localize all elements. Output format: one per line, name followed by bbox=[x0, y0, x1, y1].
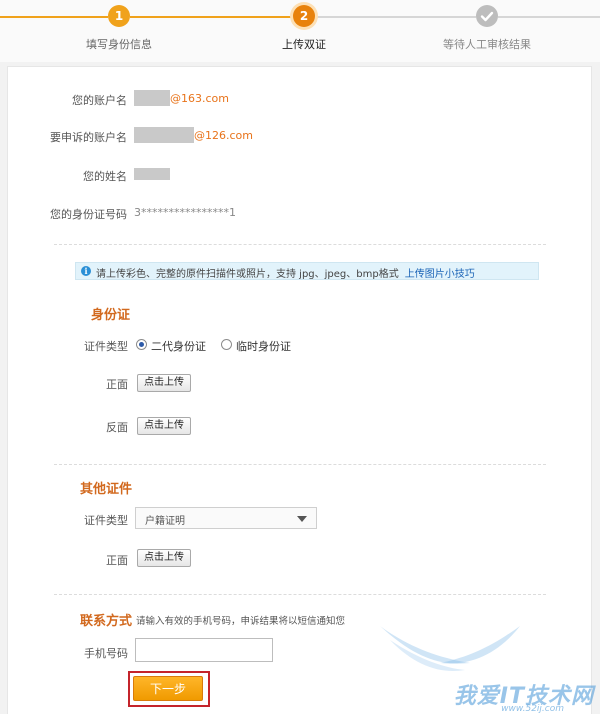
phone-label: 手机号码 bbox=[84, 647, 128, 660]
appeal-account-domain: @126.com bbox=[194, 129, 253, 142]
id-number-label: 您的身份证号码 bbox=[50, 208, 127, 221]
phone-input[interactable] bbox=[135, 638, 273, 662]
id-type-label: 证件类型 bbox=[84, 340, 128, 353]
step-2-circle: 2 bbox=[293, 5, 315, 27]
step-line-pending bbox=[316, 16, 476, 18]
other-docs-section-title: 其他证件 bbox=[80, 482, 133, 497]
name-redacted bbox=[134, 168, 170, 180]
step-3-label: 等待人工审核结果 bbox=[443, 38, 531, 51]
appeal-account-label: 要申诉的账户名 bbox=[50, 131, 127, 144]
divider bbox=[54, 594, 546, 595]
upload-back-button[interactable]: 点击上传 bbox=[137, 417, 191, 435]
radio-id-card-gen2-label[interactable]: 二代身份证 bbox=[151, 338, 206, 354]
account-label: 您的账户名 bbox=[72, 94, 127, 107]
step-1-label: 填写身份信息 bbox=[86, 38, 152, 51]
contact-section-title: 联系方式 bbox=[80, 614, 133, 629]
step-line-done bbox=[130, 16, 292, 18]
step-1-circle: 1 bbox=[108, 5, 130, 27]
appeal-account-redacted bbox=[134, 127, 194, 143]
upload-other-front-button[interactable]: 点击上传 bbox=[137, 549, 191, 567]
chevron-down-icon bbox=[297, 516, 307, 522]
info-icon: i bbox=[81, 266, 91, 276]
divider bbox=[54, 464, 546, 465]
back-label: 反面 bbox=[106, 421, 128, 434]
upload-tip-text: 请上传彩色、完整的原件扫描件或照片，支持 jpg、jpeg、bmp格式 上传图片小… bbox=[96, 269, 475, 280]
upload-tips-link[interactable]: 上传图片小技巧 bbox=[405, 269, 475, 280]
name-label: 您的姓名 bbox=[83, 170, 127, 183]
id-card-section-title: 身份证 bbox=[91, 308, 131, 323]
radio-id-card-temp-label[interactable]: 临时身份证 bbox=[236, 338, 291, 354]
next-step-button[interactable]: 下一步 bbox=[133, 676, 203, 701]
account-domain: @163.com bbox=[170, 92, 229, 105]
contact-hint: 请输入有效的手机号码，申诉结果将以短信通知您 bbox=[136, 616, 346, 627]
divider bbox=[54, 244, 546, 245]
id-number-value: 3****************1 bbox=[134, 206, 236, 219]
upload-front-button[interactable]: 点击上传 bbox=[137, 374, 191, 392]
radio-id-card-temp[interactable] bbox=[221, 339, 232, 350]
front-label: 正面 bbox=[106, 378, 128, 391]
step-3-check-icon bbox=[476, 5, 498, 27]
step-line-right bbox=[498, 16, 600, 18]
other-type-label: 证件类型 bbox=[84, 514, 128, 527]
step-line-left bbox=[0, 16, 108, 18]
other-doc-type-select[interactable]: 户籍证明 bbox=[135, 507, 317, 529]
watermark-url: www.52ij.com bbox=[501, 704, 564, 714]
other-doc-type-value: 户籍证明 bbox=[145, 516, 185, 527]
step-2-label: 上传双证 bbox=[282, 38, 326, 51]
progress-stepper: 1 2 填写身份信息 上传双证 等待人工审核结果 bbox=[0, 0, 600, 62]
account-redacted bbox=[134, 90, 170, 106]
other-front-label: 正面 bbox=[106, 554, 128, 567]
upload-tip-bar: i 请上传彩色、完整的原件扫描件或照片，支持 jpg、jpeg、bmp格式 上传图… bbox=[75, 262, 539, 280]
radio-id-card-gen2[interactable] bbox=[136, 339, 147, 350]
